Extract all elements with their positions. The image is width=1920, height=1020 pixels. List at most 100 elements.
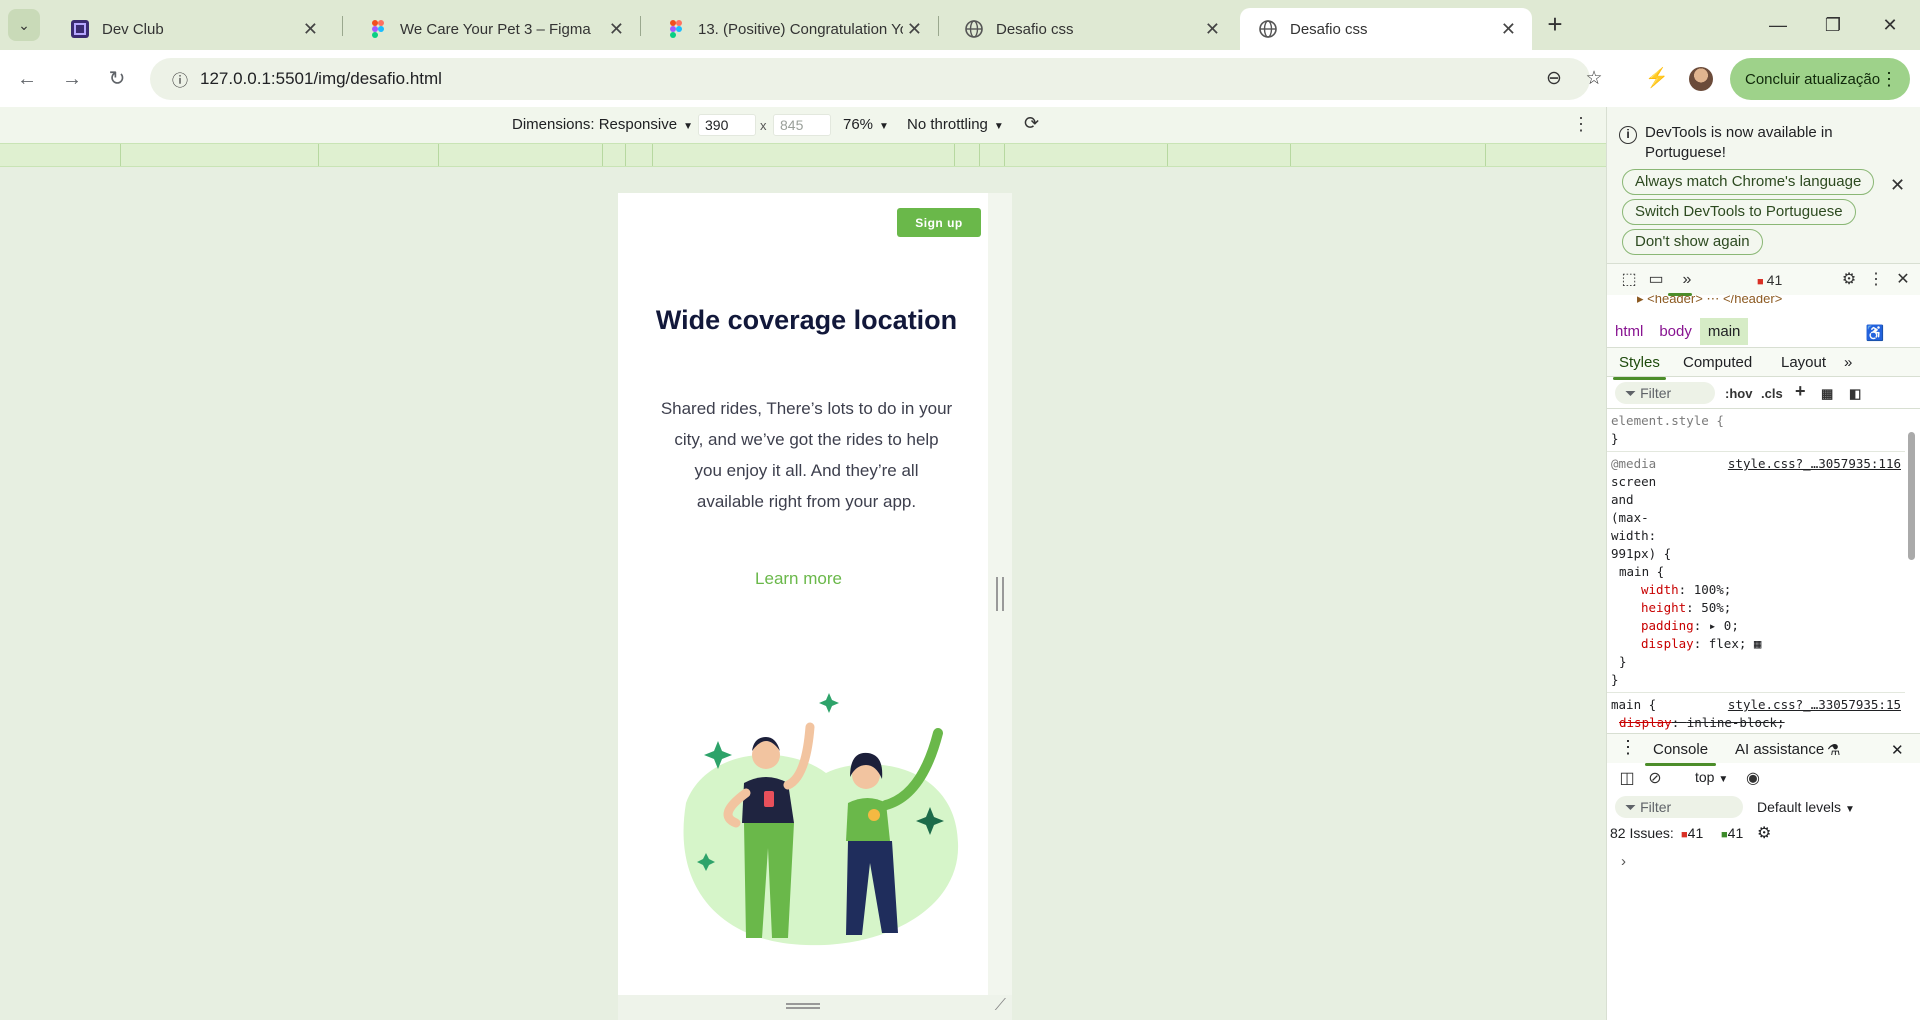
performance-icon[interactable]: ⚡ bbox=[1640, 62, 1674, 96]
reload-icon[interactable]: ↻ bbox=[102, 64, 132, 94]
zoom-icon[interactable]: ⊖ bbox=[1537, 62, 1571, 96]
close-icon[interactable]: ✕ bbox=[1501, 19, 1516, 40]
media-query-marker[interactable] bbox=[1004, 144, 1005, 166]
media-query-marker[interactable] bbox=[318, 144, 319, 166]
minimize-icon[interactable]: — bbox=[1758, 10, 1798, 40]
inspect-element-icon[interactable]: ⬚ bbox=[1617, 268, 1641, 292]
media-query-marker[interactable] bbox=[602, 144, 603, 166]
throttling-dropdown[interactable]: No throttling ▼ bbox=[907, 116, 1004, 133]
tab-layout[interactable]: Layout bbox=[1781, 354, 1826, 371]
css-declaration[interactable]: padding: ▸ 0; bbox=[1611, 617, 1901, 635]
tab-figma-congrats[interactable]: 13. (Positive) Congratulation Yo ✕ bbox=[648, 8, 938, 50]
log-levels-dropdown[interactable]: Default levels ▼ bbox=[1757, 799, 1855, 815]
tab-search-button[interactable]: ⌄ bbox=[8, 9, 40, 41]
rotate-icon[interactable]: ⟳ bbox=[1024, 113, 1039, 134]
main-rule[interactable]: style.css?_…33057935:15 main { display: … bbox=[1607, 693, 1905, 733]
media-query-marker[interactable] bbox=[1167, 144, 1168, 166]
width-resize-handle[interactable] bbox=[996, 577, 1004, 611]
close-icon[interactable]: ✕ bbox=[609, 19, 624, 40]
flex-editor-icon[interactable]: ▦ bbox=[1754, 636, 1762, 651]
css-declaration-overridden[interactable]: display: inline-block; bbox=[1611, 714, 1901, 732]
close-icon[interactable]: ✕ bbox=[303, 19, 318, 40]
tab-figma-pet[interactable]: We Care Your Pet 3 – Figma ✕ bbox=[350, 8, 640, 50]
dimensions-dropdown[interactable]: Dimensions: Responsive ▼ bbox=[512, 116, 693, 133]
tab-desafio-active[interactable]: Desafio css ✕ bbox=[1240, 8, 1532, 50]
console-prompt[interactable]: › bbox=[1621, 853, 1626, 870]
media-query-marker[interactable] bbox=[652, 144, 653, 166]
address-bar[interactable]: ⓘ 127.0.0.1:5501/img/desafio.html bbox=[150, 58, 1590, 100]
media-query-marker[interactable] bbox=[120, 144, 121, 166]
media-query-marker[interactable] bbox=[1290, 144, 1291, 166]
context-selector[interactable]: top ▼ bbox=[1695, 769, 1728, 785]
bookmark-star-icon[interactable]: ☆ bbox=[1577, 62, 1611, 96]
close-icon[interactable]: ✕ bbox=[1890, 175, 1905, 196]
more-panels-icon[interactable]: » bbox=[1675, 268, 1699, 292]
url-text[interactable]: 127.0.0.1:5501/img/desafio.html bbox=[200, 69, 442, 89]
tab-ai-assistance[interactable]: AI assistance bbox=[1735, 741, 1824, 758]
breadcrumb-main[interactable]: main bbox=[1699, 317, 1749, 345]
source-link[interactable]: style.css?_…33057935:15 bbox=[1728, 696, 1901, 714]
avatar[interactable] bbox=[1689, 67, 1713, 91]
dont-show-again-button[interactable]: Don't show again bbox=[1622, 229, 1763, 255]
drawer-menu-icon[interactable]: ⋮ bbox=[1619, 737, 1637, 758]
match-language-button[interactable]: Always match Chrome's language bbox=[1622, 169, 1875, 195]
gear-icon[interactable]: ⚙ bbox=[1757, 823, 1771, 843]
media-query-marker[interactable] bbox=[1485, 144, 1486, 166]
more-vert-icon[interactable]: ⋮ bbox=[1572, 114, 1590, 135]
media-query-marker[interactable] bbox=[625, 144, 626, 166]
css-declaration[interactable]: height: 50%; bbox=[1611, 599, 1901, 617]
forward-icon[interactable]: → bbox=[57, 64, 87, 94]
sidebar-toggle-icon[interactable]: ◧ bbox=[1849, 386, 1861, 402]
media-query-marker[interactable] bbox=[954, 144, 955, 166]
width-input[interactable]: 390 bbox=[698, 114, 756, 136]
dom-tree-line[interactable]: ▸ <header> ⋯ </header> bbox=[1637, 295, 1782, 307]
styles-scrollbar[interactable] bbox=[1907, 420, 1915, 730]
media-query-marker[interactable] bbox=[979, 144, 980, 166]
breadcrumb-body[interactable]: body bbox=[1651, 318, 1700, 345]
hov-toggle[interactable]: :hov bbox=[1725, 386, 1752, 401]
tab-desafio-1[interactable]: Desafio css ✕ bbox=[946, 8, 1236, 50]
media-query-marker[interactable] bbox=[438, 144, 439, 166]
styles-filter-input[interactable]: ⏷ Filter bbox=[1615, 382, 1715, 404]
eye-icon[interactable]: ◉ bbox=[1741, 767, 1765, 791]
accessibility-icon[interactable]: ♿ bbox=[1864, 323, 1886, 345]
css-declaration[interactable]: display: flex; ▦ bbox=[1611, 635, 1901, 653]
gear-icon[interactable]: ⚙ bbox=[1837, 268, 1861, 292]
height-resize-bar[interactable]: ⟋ bbox=[618, 995, 1012, 1020]
height-input[interactable]: 845 bbox=[773, 114, 831, 136]
breadcrumb-html[interactable]: html bbox=[1607, 318, 1651, 345]
signup-button[interactable]: Sign up bbox=[897, 208, 981, 237]
more-tabs-icon[interactable]: » bbox=[1844, 354, 1852, 371]
device-toggle-icon[interactable]: ▭ bbox=[1644, 268, 1668, 292]
cls-toggle[interactable]: .cls bbox=[1761, 386, 1783, 401]
tab-console[interactable]: Console bbox=[1644, 741, 1717, 766]
tab-styles[interactable]: Styles bbox=[1613, 354, 1666, 380]
zoom-dropdown[interactable]: 76% ▼ bbox=[843, 116, 889, 133]
tab-computed[interactable]: Computed bbox=[1683, 354, 1752, 371]
back-icon[interactable]: ← bbox=[12, 64, 42, 94]
corner-resize-icon[interactable]: ⟋ bbox=[995, 997, 1006, 1015]
issues-bar[interactable]: 82 Issues: ■41 ■41 ⚙ bbox=[1607, 821, 1920, 849]
close-window-icon[interactable]: ✕ bbox=[1870, 10, 1910, 40]
clear-console-icon[interactable]: ⊘ bbox=[1643, 767, 1667, 791]
sidebar-toggle-icon[interactable]: ◫ bbox=[1615, 767, 1639, 791]
close-icon[interactable]: ✕ bbox=[907, 19, 922, 40]
paint-icon[interactable]: ▦ bbox=[1821, 386, 1833, 402]
tab-dev-club[interactable]: Dev Club ✕ bbox=[52, 8, 334, 50]
scrollbar-thumb[interactable] bbox=[1908, 432, 1915, 560]
media-rule[interactable]: style.css?_…3057935:116 @media screen an… bbox=[1607, 452, 1905, 693]
close-icon[interactable]: ✕ bbox=[1205, 19, 1220, 40]
restore-icon[interactable]: ❐ bbox=[1813, 10, 1853, 40]
new-rule-icon[interactable]: + bbox=[1795, 381, 1806, 402]
css-declaration[interactable]: width: 100%; bbox=[1611, 581, 1901, 599]
media-query-bar[interactable] bbox=[0, 143, 1606, 167]
new-tab-button[interactable]: + bbox=[1540, 10, 1570, 40]
close-drawer-icon[interactable]: ✕ bbox=[1891, 741, 1904, 759]
learn-more-link[interactable]: Learn more bbox=[618, 569, 979, 589]
switch-language-button[interactable]: Switch DevTools to Portuguese bbox=[1622, 199, 1856, 225]
more-vert-icon[interactable]: ⋮ bbox=[1864, 268, 1888, 292]
update-button[interactable]: Concluir atualização ⋮ bbox=[1730, 58, 1910, 100]
site-info-icon[interactable]: ⓘ bbox=[160, 67, 200, 91]
close-devtools-icon[interactable]: ✕ bbox=[1891, 268, 1915, 292]
height-resize-grip[interactable] bbox=[786, 1003, 820, 1009]
